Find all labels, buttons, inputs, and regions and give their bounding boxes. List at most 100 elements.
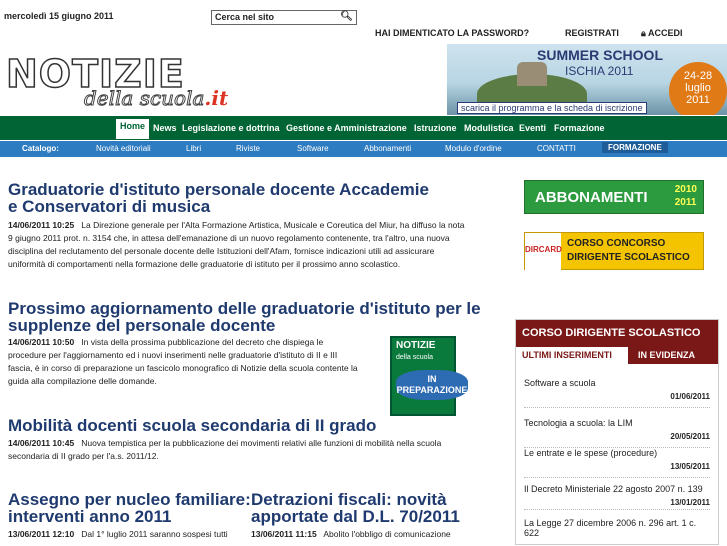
- list-item[interactable]: Tecnologia a scuola: la LIM 20/05/2011: [524, 418, 710, 448]
- summer-school-banner[interactable]: SUMMER SCHOOL ISCHIA 2011 24-28 luglio 2…: [447, 44, 727, 115]
- banner-date-line: 24-28: [683, 70, 713, 82]
- article-date: 14/06/2011 10:25: [8, 220, 75, 230]
- search-icon[interactable]: 🔍︎: [340, 11, 353, 22]
- nav-gestione[interactable]: Gestione e Amministrazione: [286, 123, 407, 133]
- catalog-abbonamenti[interactable]: Abbonamenti: [364, 144, 411, 153]
- article-text: Dal 1° luglio 2011 saranno sospesi tutti: [81, 529, 228, 539]
- corso-dirigente-panel: CORSO DIRIGENTE SCOLASTICO ULTIMI INSERI…: [515, 319, 719, 545]
- current-date: mercoledì 15 giugno 2011: [4, 11, 114, 21]
- corso-concorso-banner[interactable]: DIRCARD CORSO CONCORSO DIRIGENTE SCOLASTI…: [524, 232, 704, 271]
- article-title-line: apportate dal D.L. 70/2011: [251, 507, 460, 526]
- article-body: 13/06/2011 12:10 Dal 1° luglio 2011 sara…: [8, 528, 228, 541]
- corso-concorso-text: CORSO CONCORSO DIRIGENTE SCOLASTICO: [567, 237, 690, 265]
- item-text: Il Decreto Ministeriale 22 agosto 2007 n…: [524, 484, 703, 494]
- article-title[interactable]: Graduatorie d'istituto personale docente…: [8, 181, 429, 215]
- login-link[interactable]: 🔒︎ ACCEDI: [641, 28, 682, 39]
- lock-icon: 🔒︎: [641, 28, 646, 38]
- top-bar: mercoledì 15 giugno 2011 Cerca nel sito …: [0, 0, 727, 38]
- article-body: 14/06/2011 10:25 La Direzione generale p…: [8, 219, 465, 271]
- catalog-software[interactable]: Software: [297, 144, 329, 153]
- catalog-libri[interactable]: Libri: [186, 144, 201, 153]
- tab-in-evidenza[interactable]: IN EVIDENZA: [632, 347, 701, 364]
- article-title[interactable]: Prossimo aggiornamento delle graduatorie…: [8, 300, 481, 334]
- article-title[interactable]: Assegno per nucleo familiare: interventi …: [8, 491, 251, 525]
- article-body: 13/06/2011 11:15 Abolito l'obbligo di co…: [251, 528, 451, 541]
- item-text: Le entrate e le spese (procedure): [524, 448, 658, 458]
- book-title: NOTIZIE della scuola: [396, 340, 435, 362]
- catalog-formazione[interactable]: FORMAZIONE: [602, 142, 668, 153]
- abbonamenti-label: ABBONAMENTI: [535, 189, 648, 206]
- banner-date-line: luglio: [685, 82, 711, 94]
- item-text: Tecnologia a scuola: la LIM: [524, 418, 633, 428]
- main-nav: Home News Legislazione e dottrina Gestio…: [0, 116, 727, 140]
- article-text: La Direzione generale per l'Alta Formazi…: [81, 220, 465, 230]
- site-logo[interactable]: NOTIZIE della scuola.it: [5, 51, 246, 112]
- article-date: 14/06/2011 10:45: [8, 438, 75, 448]
- logo-sub: della scuola: [83, 86, 205, 111]
- badge-line: PREPARAZIONE: [396, 385, 468, 395]
- article-text: procedure per l'aggiornamento ed i nuovi…: [8, 350, 338, 360]
- article-title-line: e Conservatori di musica: [8, 197, 211, 216]
- nav-news[interactable]: News: [153, 123, 177, 133]
- list-item[interactable]: Le entrate e le spese (procedure) 13/05/…: [524, 448, 710, 478]
- list-item[interactable]: La Legge 27 dicembre 2006 n. 296 art. 1 …: [524, 518, 710, 546]
- article-text: disciplina del reclutamento del personal…: [8, 246, 435, 256]
- forgot-password-link[interactable]: HAI DIMENTICATO LA PASSWORD?: [375, 28, 529, 38]
- panel-tabs: ULTIMI INSERIMENTI IN EVIDENZA: [516, 347, 718, 364]
- item-date: 13/01/2011: [670, 498, 710, 507]
- catalog-contatti[interactable]: CONTATTI: [537, 144, 576, 153]
- nav-formazione[interactable]: Formazione: [554, 123, 605, 133]
- article-title[interactable]: Detrazioni fiscali: novità apportate dal …: [251, 491, 460, 525]
- abbonamenti-banner[interactable]: ABBONAMENTI 2010 2011: [524, 180, 704, 214]
- nav-home[interactable]: Home: [116, 119, 150, 139]
- catalog-novita[interactable]: Novità editoriali: [96, 144, 151, 153]
- article-text: guida alla compilazione delle domande.: [8, 376, 157, 386]
- preparation-badge: IN PREPARAZIONE: [396, 370, 468, 400]
- item-date: 13/05/2011: [670, 462, 710, 471]
- corso-line: DIRIGENTE SCOLASTICO: [567, 252, 690, 263]
- catalog-modulo-ordine[interactable]: Modulo d'ordine: [445, 144, 502, 153]
- item-text: Software a scuola: [524, 378, 596, 388]
- article-date: 13/06/2011 11:15: [251, 529, 317, 539]
- logo-tld: .it: [204, 86, 229, 110]
- castle-image: [517, 62, 547, 86]
- article-body: 14/06/2011 10:45 Nuova tempistica per la…: [8, 437, 441, 463]
- nav-eventi[interactable]: Eventi: [519, 123, 546, 133]
- book-subtitle: della scuola: [396, 354, 433, 361]
- banner-date-line: 2011: [686, 94, 710, 106]
- catalog-label: Catalogo:: [22, 144, 59, 153]
- article-date: 13/06/2011 12:10: [8, 529, 75, 539]
- article-date: 14/06/2011 10:50: [8, 337, 75, 347]
- article-body: 14/06/2011 10:50 In vista della prossima…: [8, 336, 358, 388]
- book-title-text: NOTIZIE: [396, 340, 436, 351]
- year: 2011: [674, 197, 697, 208]
- logo-sub-text: della scuola.it: [83, 86, 229, 111]
- nav-legislazione[interactable]: Legislazione e dottrina: [182, 123, 280, 133]
- article-text: fascia, è in corso di preparazione un fa…: [8, 363, 358, 373]
- list-item[interactable]: Software a scuola 01/06/2011: [524, 378, 710, 408]
- catalog-riviste[interactable]: Riviste: [236, 144, 260, 153]
- panel-title: CORSO DIRIGENTE SCOLASTICO: [516, 320, 718, 347]
- banner-title: SUMMER SCHOOL: [537, 47, 663, 63]
- article-text: Abolito l'obbligo di comunicazione: [323, 529, 451, 539]
- nav-istruzione[interactable]: Istruzione: [414, 123, 457, 133]
- login-label: ACCEDI: [647, 28, 683, 38]
- item-text: La Legge 27 dicembre 2006 n. 296 art. 1 …: [524, 518, 697, 528]
- article-title-line: interventi anno 2011: [8, 507, 172, 526]
- book-cover-image[interactable]: NOTIZIE della scuola IN PREPARAZIONE: [390, 336, 468, 416]
- search-input[interactable]: Cerca nel sito 🔍︎: [211, 10, 357, 25]
- banner-download-link[interactable]: scarica il programma e la scheda di iscr…: [457, 102, 647, 114]
- item-date: 20/05/2011: [670, 432, 710, 441]
- banner-dates-badge: 24-28 luglio 2011: [669, 62, 727, 115]
- search-placeholder: Cerca nel sito: [215, 12, 275, 22]
- abbonamenti-years: 2010 2011: [675, 183, 697, 209]
- list-item[interactable]: Il Decreto Ministeriale 22 agosto 2007 n…: [524, 484, 710, 510]
- register-link[interactable]: REGISTRATI: [565, 28, 619, 38]
- article-text: Nuova tempistica per la pubblicazione de…: [81, 438, 442, 448]
- banner-subtitle: ISCHIA 2011: [565, 64, 634, 78]
- article-title[interactable]: Mobilità docenti scuola secondaria di II…: [8, 417, 376, 434]
- nav-modulistica[interactable]: Modulistica: [464, 123, 514, 133]
- article-text: uniformità di comportamenti nella formaz…: [8, 259, 401, 269]
- tab-ultimi-inserimenti[interactable]: ULTIMI INSERIMENTI: [516, 347, 628, 364]
- article-text: 9 giugno 2011 prot. n. 3154 che, in atte…: [8, 233, 450, 243]
